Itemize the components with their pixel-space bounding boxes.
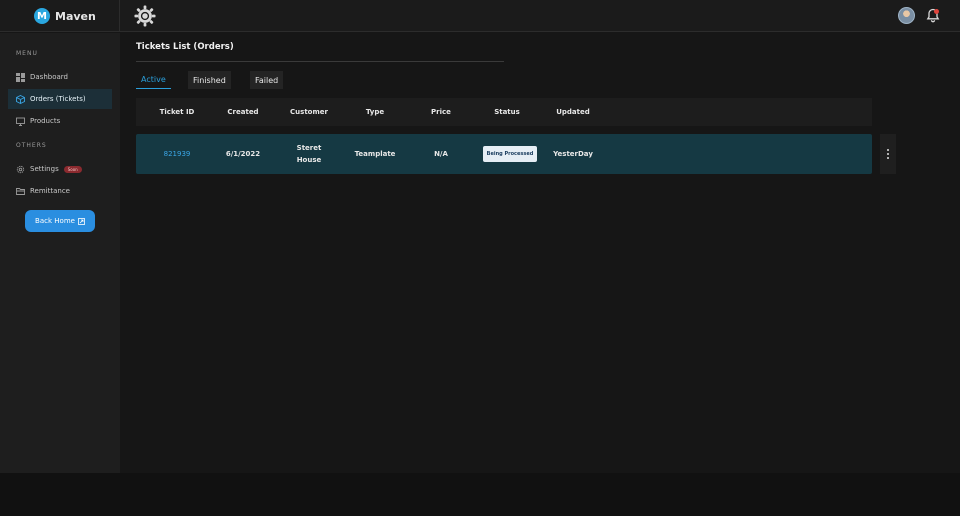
column-header-ticket-id[interactable]: Ticket ID — [152, 98, 202, 126]
theme-toggle-icon[interactable] — [134, 5, 156, 27]
external-link-icon — [78, 217, 85, 225]
column-header-status[interactable]: Status — [482, 98, 532, 126]
table-row[interactable]: 821939 6/1/2022 Steret House Teamplate N… — [136, 134, 872, 174]
brand-name: Maven — [55, 9, 96, 23]
sidebar-item-products[interactable]: Products — [8, 111, 112, 131]
user-avatar[interactable] — [898, 7, 915, 24]
status-cell: Being Processed — [476, 134, 544, 174]
status-badge: Being Processed — [482, 146, 538, 162]
ticket-id-link[interactable]: 821939 — [152, 134, 202, 174]
updated-cell: YesterDay — [553, 150, 593, 158]
customer-cell: Steret House — [284, 134, 334, 174]
column-header-customer[interactable]: Customer — [284, 98, 334, 126]
monitor-icon — [16, 117, 25, 126]
table-header: Ticket ID Created Customer Type Price St… — [136, 98, 872, 126]
sidebar-item-remittance[interactable]: Remittance — [8, 181, 112, 201]
sidebar-item-label: Remittance — [30, 187, 70, 195]
brand-logo: M — [34, 8, 50, 24]
row-actions-menu-icon[interactable] — [880, 134, 896, 174]
sidebar-item-orders[interactable]: Orders (Tickets) — [8, 89, 112, 109]
column-header-price[interactable]: Price — [416, 98, 466, 126]
notification-dot — [934, 9, 939, 14]
column-header-created[interactable]: Created — [218, 98, 268, 126]
box-icon — [16, 94, 25, 104]
column-header-updated[interactable]: Updated — [548, 98, 598, 126]
sidebar-item-dashboard[interactable]: Dashboard — [8, 67, 112, 87]
others-section-label: OTHERS — [16, 142, 47, 149]
tab-failed[interactable]: Failed — [250, 71, 284, 89]
sidebar-item-label: Dashboard — [30, 73, 68, 81]
customer-line-2: House — [296, 156, 322, 164]
tab-finished[interactable]: Finished — [188, 71, 231, 89]
back-home-button[interactable]: Back Home — [25, 210, 95, 232]
folder-icon — [16, 187, 25, 195]
tab-active[interactable]: Active — [136, 71, 171, 89]
footer-band — [0, 473, 960, 516]
sidebar-item-label: Orders (Tickets) — [30, 95, 86, 103]
type-cell: Teamplate — [354, 150, 396, 158]
brand[interactable]: M Maven — [0, 0, 120, 32]
sidebar-item-label: Settings — [30, 165, 59, 173]
sidebar: MENU Dashboard Orders (Tickets) Products… — [0, 33, 120, 473]
price-cell: N/A — [434, 150, 448, 158]
customer-line-1: Steret — [296, 144, 322, 152]
top-bar: M Maven — [0, 0, 960, 32]
soon-badge: Soon — [63, 165, 82, 173]
menu-section-label: MENU — [16, 50, 38, 57]
sidebar-item-settings[interactable]: Settings Soon — [8, 159, 112, 179]
back-home-label: Back Home — [35, 217, 75, 225]
title-divider — [136, 61, 504, 62]
column-header-type[interactable]: Type — [350, 98, 400, 126]
grid-icon — [16, 72, 25, 82]
sidebar-item-label: Products — [30, 117, 61, 125]
page-title: Tickets List (Orders) — [136, 42, 234, 52]
gear-icon — [16, 165, 25, 173]
created-cell: 6/1/2022 — [225, 150, 261, 158]
